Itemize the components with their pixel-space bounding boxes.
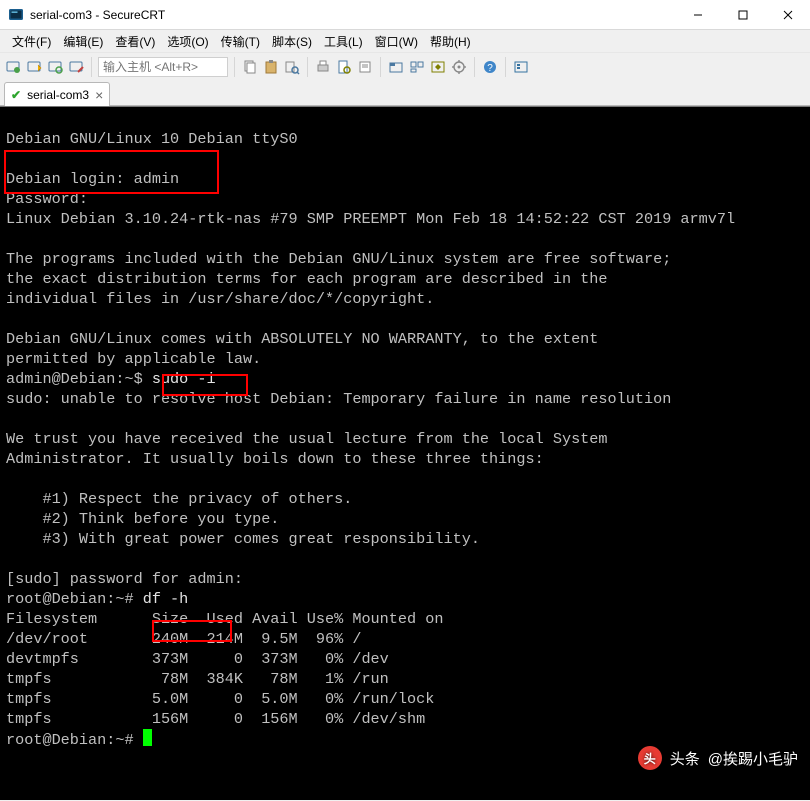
menu-view[interactable]: 查看(V) bbox=[109, 31, 161, 52]
window-title: serial-com3 - SecureCRT bbox=[30, 8, 675, 22]
toolbar-new-tab-icon[interactable] bbox=[387, 58, 405, 76]
menu-window[interactable]: 窗口(W) bbox=[369, 31, 424, 52]
terminal-line: #3) With great power comes great respons… bbox=[6, 530, 480, 548]
terminal-line: Debian GNU/Linux comes with ABSOLUTELY N… bbox=[6, 330, 598, 348]
cursor-icon bbox=[143, 729, 152, 746]
watermark-logo-icon: 头 bbox=[638, 746, 662, 770]
tab-label: serial-com3 bbox=[27, 88, 89, 102]
terminal-line: Filesystem Size Used Avail Use% Mounted … bbox=[6, 610, 443, 628]
app-icon bbox=[8, 7, 24, 23]
toolbar-disconnect-icon[interactable] bbox=[67, 58, 85, 76]
window-titlebar: serial-com3 - SecureCRT bbox=[0, 0, 810, 30]
terminal-line: Password: bbox=[6, 190, 88, 208]
menu-edit[interactable]: 编辑(E) bbox=[57, 31, 109, 52]
close-button[interactable] bbox=[765, 0, 810, 29]
terminal-line: the exact distribution terms for each pr… bbox=[6, 270, 608, 288]
terminal-line: sudo: unable to resolve host Debian: Tem… bbox=[6, 390, 671, 408]
terminal-line: tmpfs 156M 0 156M 0% /dev/shm bbox=[6, 710, 425, 728]
terminal-line: #1) Respect the privacy of others. bbox=[6, 490, 352, 508]
toolbar-sessions-icon[interactable] bbox=[512, 58, 530, 76]
terminal-prompt: root@Debian:~# bbox=[6, 731, 143, 749]
toolbar-reconnect-icon[interactable] bbox=[46, 58, 64, 76]
menu-help[interactable]: 帮助(H) bbox=[424, 31, 477, 52]
toolbar-options-icon[interactable] bbox=[450, 58, 468, 76]
menubar: 文件(F) 编辑(E) 查看(V) 选项(O) 传输(T) 脚本(S) 工具(L… bbox=[0, 30, 810, 52]
tab-close-icon[interactable]: × bbox=[95, 88, 103, 102]
tab-serial-com3[interactable]: ✔ serial-com3 × bbox=[4, 82, 110, 106]
watermark-handle: @挨踢小毛驴 bbox=[708, 748, 798, 769]
terminal-line: devtmpfs 373M 0 373M 0% /dev bbox=[6, 650, 389, 668]
svg-text:?: ? bbox=[487, 63, 493, 74]
terminal-line: #2) Think before you type. bbox=[6, 510, 279, 528]
terminal-line: tmpfs 78M 384K 78M 1% /run bbox=[6, 670, 389, 688]
terminal-line: /dev/root 240M 214M 9.5M 96% / bbox=[6, 630, 361, 648]
status-connected-icon: ✔ bbox=[11, 88, 21, 102]
toolbar-find-icon[interactable] bbox=[283, 58, 301, 76]
toolbar-quick-connect-icon[interactable] bbox=[25, 58, 43, 76]
toolbar-tile-icon[interactable] bbox=[408, 58, 426, 76]
terminal-output: Debian GNU/Linux 10 Debian ttyS0 Debian … bbox=[0, 107, 810, 754]
watermark: 头 头条 @挨踢小毛驴 bbox=[638, 746, 798, 770]
terminal-line: individual files in /usr/share/doc/*/cop… bbox=[6, 290, 434, 308]
toolbar-log-icon[interactable] bbox=[356, 58, 374, 76]
toolbar: ? bbox=[0, 52, 810, 80]
toolbar-print-icon[interactable] bbox=[314, 58, 332, 76]
toolbar-paste-icon[interactable] bbox=[262, 58, 280, 76]
toolbar-separator bbox=[307, 57, 308, 77]
terminal-line: tmpfs 5.0M 0 5.0M 0% /run/lock bbox=[6, 690, 434, 708]
minimize-button[interactable] bbox=[675, 0, 720, 29]
menu-tools[interactable]: 工具(L) bbox=[318, 31, 369, 52]
menu-transfer[interactable]: 传输(T) bbox=[215, 31, 266, 52]
toolbar-help-icon[interactable]: ? bbox=[481, 58, 499, 76]
toolbar-copy-icon[interactable] bbox=[241, 58, 259, 76]
terminal-line: Linux Debian 3.10.24-rtk-nas #79 SMP PRE… bbox=[6, 210, 735, 228]
toolbar-connect-icon[interactable] bbox=[4, 58, 22, 76]
window-controls bbox=[675, 0, 810, 29]
maximize-button[interactable] bbox=[720, 0, 765, 29]
menu-script[interactable]: 脚本(S) bbox=[266, 31, 318, 52]
toolbar-properties-icon[interactable] bbox=[335, 58, 353, 76]
terminal-line: The programs included with the Debian GN… bbox=[6, 250, 671, 268]
toolbar-separator bbox=[380, 57, 381, 77]
toolbar-separator bbox=[91, 57, 92, 77]
terminal-command: df -h bbox=[143, 590, 189, 608]
terminal-prompt: admin@Debian:~$ bbox=[6, 370, 152, 388]
terminal-line: Administrator. It usually boils down to … bbox=[6, 450, 544, 468]
terminal-prompt: root@Debian:~# bbox=[6, 590, 143, 608]
terminal-line: Debian GNU/Linux 10 Debian ttyS0 bbox=[6, 130, 298, 148]
toolbar-separator bbox=[474, 57, 475, 77]
terminal-line: We trust you have received the usual lec… bbox=[6, 430, 608, 448]
watermark-brand: 头条 bbox=[670, 748, 700, 769]
tab-strip: ✔ serial-com3 × bbox=[0, 80, 810, 106]
menu-options[interactable]: 选项(O) bbox=[161, 31, 214, 52]
menu-file[interactable]: 文件(F) bbox=[6, 31, 57, 52]
terminal-line: permitted by applicable law. bbox=[6, 350, 261, 368]
toolbar-separator bbox=[234, 57, 235, 77]
terminal-command: sudo -i bbox=[152, 370, 216, 388]
terminal-line: Debian login: admin bbox=[6, 170, 179, 188]
terminal-line: [sudo] password for admin: bbox=[6, 570, 243, 588]
terminal-pane[interactable]: Debian GNU/Linux 10 Debian ttyS0 Debian … bbox=[0, 106, 810, 800]
toolbar-separator bbox=[505, 57, 506, 77]
host-input[interactable] bbox=[98, 57, 228, 77]
toolbar-fullscreen-icon[interactable] bbox=[429, 58, 447, 76]
